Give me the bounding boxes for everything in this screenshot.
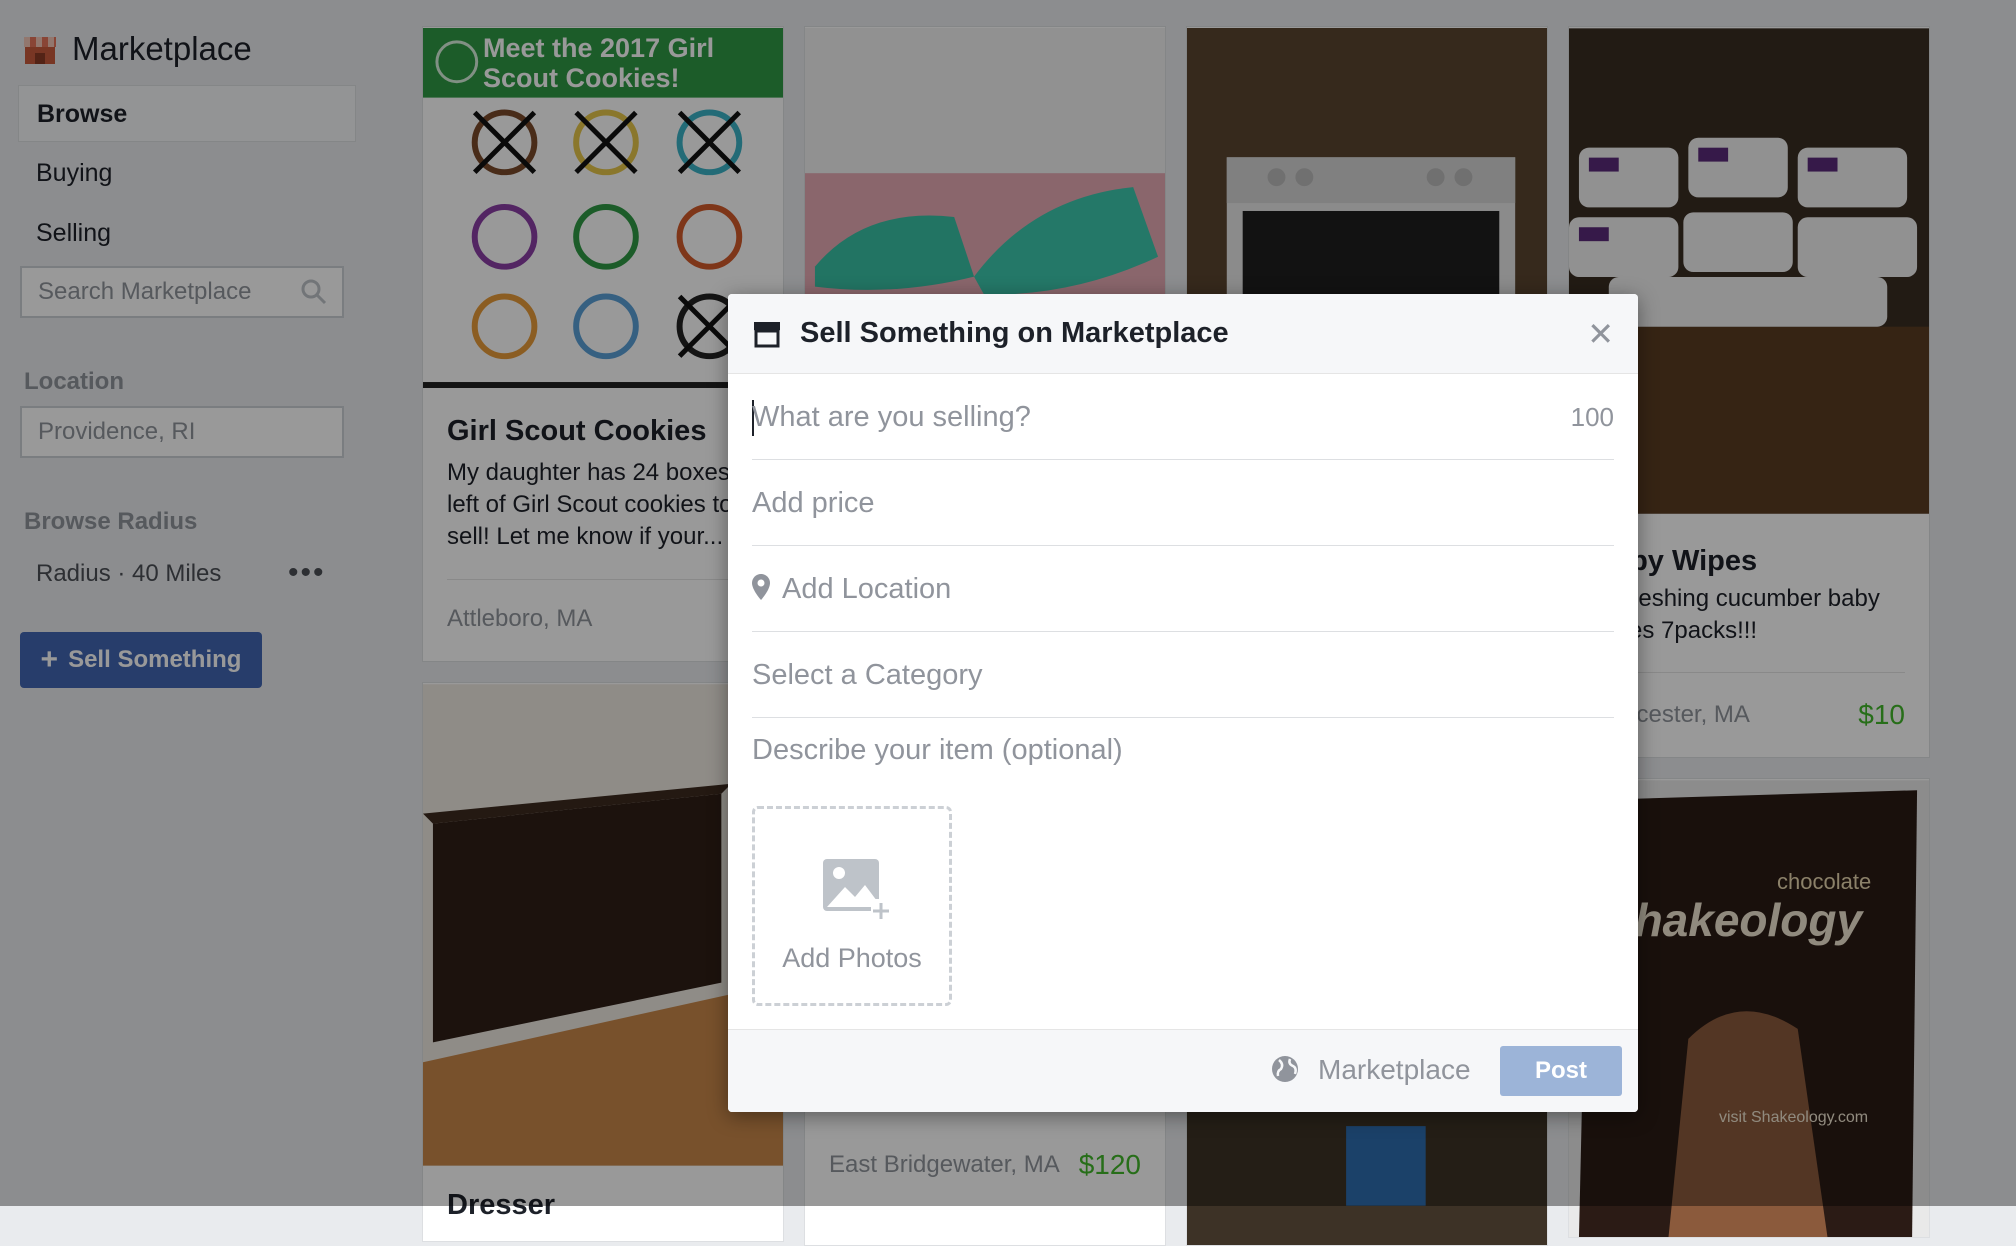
- dialog-header: Sell Something on Marketplace ✕: [728, 294, 1638, 374]
- globe-icon[interactable]: [1270, 1054, 1300, 1084]
- store-icon: [754, 322, 780, 348]
- price-placeholder: Add price: [752, 487, 875, 519]
- character-counter: 100: [1570, 402, 1614, 432]
- dialog-footer: Marketplace Post: [728, 1029, 1638, 1112]
- item-title-input[interactable]: What are you selling? 100: [752, 374, 1614, 460]
- dialog-title: Sell Something on Marketplace: [800, 317, 1229, 349]
- add-photos-label: Add Photos: [782, 943, 922, 973]
- category-select[interactable]: Select a Category: [752, 632, 1614, 718]
- sell-something-dialog: Sell Something on Marketplace ✕ What are…: [728, 294, 1638, 1112]
- add-photos-button[interactable]: Add Photos: [752, 806, 952, 1006]
- description-input[interactable]: Describe your item (optional): [752, 734, 1123, 767]
- price-input[interactable]: Add price: [752, 460, 1614, 546]
- location-pin-icon: [752, 574, 770, 600]
- location-field[interactable]: Add Location: [752, 546, 1614, 632]
- item-title-placeholder: What are you selling?: [752, 401, 1031, 433]
- location-placeholder: Add Location: [782, 573, 952, 605]
- add-photo-icon: [823, 859, 891, 921]
- audience-selector[interactable]: Marketplace: [1318, 1030, 1471, 1110]
- category-placeholder: Select a Category: [752, 659, 983, 691]
- post-button[interactable]: Post: [1500, 1046, 1622, 1096]
- close-icon[interactable]: ✕: [1587, 316, 1614, 352]
